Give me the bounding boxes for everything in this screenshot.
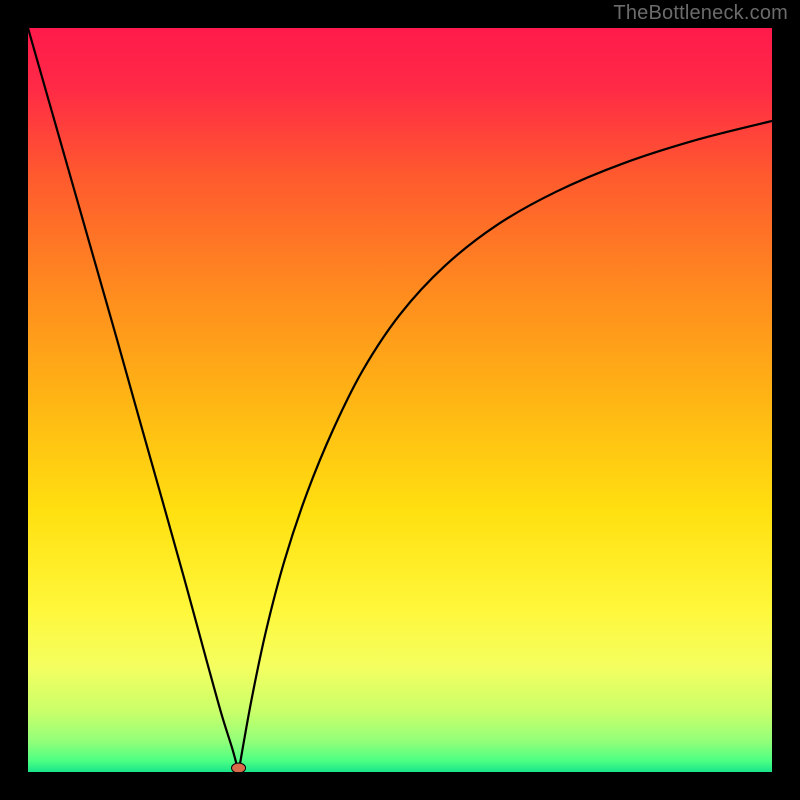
chart-frame: TheBottleneck.com: [0, 0, 800, 800]
chart-svg: [28, 28, 772, 772]
watermark-text: TheBottleneck.com: [613, 2, 788, 25]
gradient-background: [28, 28, 772, 772]
minimum-marker: [232, 763, 246, 772]
plot-area: [28, 28, 772, 772]
